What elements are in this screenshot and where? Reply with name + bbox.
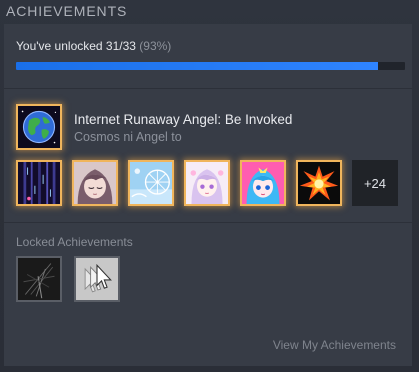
divider	[4, 222, 412, 223]
featured-achievement-title: Internet Runaway Angel: Be Invoked	[74, 112, 293, 127]
progress-count: You've unlocked 31/33	[16, 39, 136, 53]
locked-achievements-label: Locked Achievements	[16, 235, 133, 249]
progress-section: You've unlocked 31/33 (93%)	[4, 24, 412, 88]
blue-haired-angel-icon[interactable]	[240, 160, 286, 206]
progress-bar	[16, 62, 405, 70]
explosion-icon[interactable]	[296, 160, 342, 206]
featured-achievement-description: Cosmos ni Angel to	[74, 130, 182, 144]
sleepy-girl-icon[interactable]	[72, 160, 118, 206]
achievements-header: ACHIEVEMENTS	[0, 0, 419, 24]
rain-night-icon[interactable]	[16, 160, 62, 206]
achievements-widget: ACHIEVEMENTS You've unlocked 31/33 (93%)	[0, 0, 419, 372]
ferris-wheel-icon[interactable]	[128, 160, 174, 206]
locked-achievement-icon[interactable]	[74, 256, 120, 302]
locked-achievements-row	[16, 256, 136, 304]
view-my-achievements-link[interactable]: View My Achievements	[273, 338, 396, 352]
globe-icon[interactable]	[16, 104, 62, 150]
unlocked-achievements-row: +24	[16, 160, 406, 206]
achievements-panel: You've unlocked 31/33 (93%) Internet Run…	[4, 24, 412, 366]
progress-label: You've unlocked 31/33 (93%)	[16, 39, 171, 53]
progress-bar-fill	[16, 62, 378, 70]
section-title[interactable]: ACHIEVEMENTS	[6, 3, 127, 19]
progress-percent: (93%)	[139, 39, 172, 53]
pastel-angel-icon[interactable]	[184, 160, 230, 206]
featured-achievement[interactable]: Internet Runaway Angel: Be Invoked Cosmo…	[16, 104, 406, 154]
more-achievements-button[interactable]: +24	[352, 160, 398, 206]
locked-achievement-icon[interactable]	[16, 256, 62, 302]
divider	[4, 88, 412, 89]
